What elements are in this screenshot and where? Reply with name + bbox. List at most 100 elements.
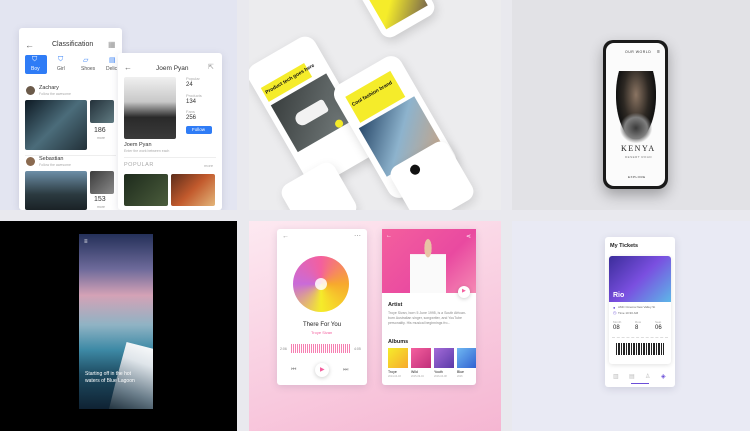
shirt-icon: ⛉ bbox=[32, 56, 38, 63]
ticket-city: Rio bbox=[613, 292, 625, 299]
detail-label: Month bbox=[613, 320, 622, 324]
explore-link[interactable]: EXPLORE bbox=[628, 175, 646, 179]
profile-tab-icon[interactable]: ♙ bbox=[645, 373, 650, 380]
artist-name: Troye Sivan bbox=[311, 330, 333, 335]
menu-icon[interactable]: ≡ bbox=[657, 49, 660, 55]
phone-screen: OUR WORLD ≡ KENYA DESERT ROAD EXPLORE bbox=[606, 43, 665, 186]
back-arrow-icon[interactable]: ← bbox=[124, 63, 132, 72]
menu-icon[interactable]: ≡ bbox=[84, 239, 88, 245]
barcode bbox=[616, 343, 664, 355]
cart-tab-icon[interactable]: ◈ bbox=[661, 373, 666, 380]
divider bbox=[124, 157, 216, 158]
profile-photo bbox=[124, 77, 176, 139]
album-card[interactable]: Youth 2016-04-08 bbox=[434, 348, 454, 381]
ticket-tab-icon[interactable]: ▤ bbox=[629, 373, 635, 380]
detail-value: 08 bbox=[613, 325, 620, 331]
count-value: 186 bbox=[94, 127, 106, 134]
photo[interactable] bbox=[25, 171, 87, 210]
shoe-icon: ▱ bbox=[83, 57, 89, 64]
tile-tickets: My Tickets Rio ● AMC Cinema New Valley S… bbox=[512, 221, 750, 431]
grid-icon[interactable]: ▦ bbox=[108, 40, 116, 49]
profile-screen: ← Joem Pyan ⇱ Popular 24 Products 134 Fa… bbox=[118, 53, 222, 210]
stat-value: 256 bbox=[186, 115, 197, 121]
ticket-card[interactable]: Rio ● AMC Cinema New Valley St ◷ Time 10… bbox=[609, 256, 671, 364]
back-arrow-icon[interactable]: ← bbox=[386, 233, 392, 239]
category-tab-boy[interactable]: ⛉ Boy bbox=[25, 55, 47, 74]
classification-screen: ← Classification ▦ ⛉ Boy ⛉ Girl ▱ Shoes … bbox=[19, 28, 122, 210]
ticket-time: Time 10:30 AM bbox=[618, 311, 639, 315]
photo bbox=[366, 0, 428, 30]
stat-value: 24 bbox=[186, 82, 193, 88]
tile-ecommerce: Product tech goes here Cool fashion bran… bbox=[249, 0, 501, 210]
detail-label: Seat bbox=[655, 320, 662, 324]
tile-music: ← ⋯ There For You Troye Sivan 2:06 4:05 … bbox=[249, 221, 501, 431]
top-label: OUR WORLD bbox=[625, 50, 652, 54]
user-name[interactable]: Zachary bbox=[39, 85, 59, 91]
ticket-venue: AMC Cinema New Valley St bbox=[618, 305, 656, 309]
hero-splash bbox=[620, 113, 652, 143]
stat-label: Fans bbox=[186, 109, 195, 114]
perforation bbox=[612, 337, 668, 338]
share-icon[interactable]: ⋖ bbox=[466, 233, 471, 240]
photo[interactable] bbox=[25, 100, 87, 150]
active-tab-indicator bbox=[631, 383, 649, 384]
detail-value: 06 bbox=[655, 325, 662, 331]
detail-label: Row bbox=[635, 320, 642, 324]
stat-label: Products bbox=[186, 93, 202, 98]
gallery-photo[interactable] bbox=[124, 174, 168, 206]
play-icon: ▶ bbox=[320, 367, 325, 373]
user-subtitle: Follow the awesome bbox=[39, 92, 71, 96]
category-tab-girl[interactable]: ⛉ Girl bbox=[51, 55, 73, 74]
category-tab-shoes[interactable]: ▱ Shoes bbox=[77, 55, 99, 74]
count-value: 153 bbox=[94, 196, 106, 203]
page-title: My Tickets bbox=[610, 243, 639, 249]
player-screen: ← ⋯ There For You Troye Sivan 2:06 4:05 … bbox=[277, 229, 367, 385]
artist-figure bbox=[410, 237, 446, 293]
avatar[interactable] bbox=[26, 86, 35, 95]
detail-value: 8 bbox=[635, 325, 639, 331]
track-title: There For You bbox=[303, 322, 342, 328]
photo-small[interactable] bbox=[90, 171, 114, 194]
bag-icon: ▤ bbox=[109, 57, 116, 64]
stat-value: 134 bbox=[186, 99, 197, 105]
travel-caption: Starting off in the hot waters of Blue L… bbox=[85, 371, 135, 384]
artist-screen: ← ⋖ ▶ Artist Troye Sivan, born 5 June 19… bbox=[382, 229, 476, 385]
albums-heading: Albums bbox=[388, 339, 409, 345]
gallery-photo[interactable] bbox=[171, 174, 215, 206]
section-title: POPULAR bbox=[124, 162, 154, 168]
tile-travel: ≡ Starting off in the hot waters of Blue… bbox=[0, 221, 237, 431]
more-icon[interactable]: ⋯ bbox=[354, 232, 361, 240]
album-cover bbox=[388, 348, 408, 368]
home-tab-icon[interactable]: ▥ bbox=[613, 373, 619, 380]
caption-name: Joem Pyan bbox=[124, 142, 152, 148]
follow-button[interactable]: Follow bbox=[186, 126, 212, 134]
tickets-screen: My Tickets Rio ● AMC Cinema New Valley S… bbox=[605, 237, 675, 387]
logo-icon bbox=[408, 162, 422, 177]
caption-subtitle: Enter the work between each bbox=[124, 149, 170, 153]
phone-screen: ≡ Starting off in the hot waters of Blue… bbox=[79, 234, 153, 409]
phone-frame-top bbox=[356, 0, 438, 41]
album-cover bbox=[411, 348, 431, 368]
user-name[interactable]: Sebastian bbox=[39, 156, 63, 162]
waveform[interactable] bbox=[291, 344, 351, 353]
share-icon[interactable]: ⇱ bbox=[208, 63, 214, 71]
prev-icon[interactable]: ⏮ bbox=[291, 367, 296, 374]
user-subtitle: Follow the awesome bbox=[39, 163, 71, 167]
album-cover bbox=[434, 348, 454, 368]
album-card[interactable]: Blue 2016 bbox=[457, 348, 476, 381]
more-link[interactable]: more bbox=[204, 163, 213, 168]
photo-small[interactable] bbox=[90, 100, 114, 123]
stat-label: Popular bbox=[186, 76, 200, 81]
album-card[interactable]: Troye 2014-04-03 bbox=[388, 348, 408, 381]
next-icon[interactable]: ⏭ bbox=[343, 367, 348, 374]
back-arrow-icon[interactable]: ← bbox=[25, 40, 34, 50]
profile-name: Joem Pyan bbox=[156, 65, 189, 72]
phone-frame: OUR WORLD ≡ KENYA DESERT ROAD EXPLORE bbox=[603, 40, 668, 189]
clock-icon: ◷ bbox=[613, 310, 617, 315]
avatar[interactable] bbox=[26, 157, 35, 166]
album-card[interactable]: Wild 2015-09-04 bbox=[411, 348, 431, 381]
play-icon: ▶ bbox=[462, 288, 466, 294]
album-cover bbox=[457, 348, 476, 368]
album-center bbox=[315, 278, 327, 290]
back-arrow-icon[interactable]: ← bbox=[282, 233, 289, 240]
